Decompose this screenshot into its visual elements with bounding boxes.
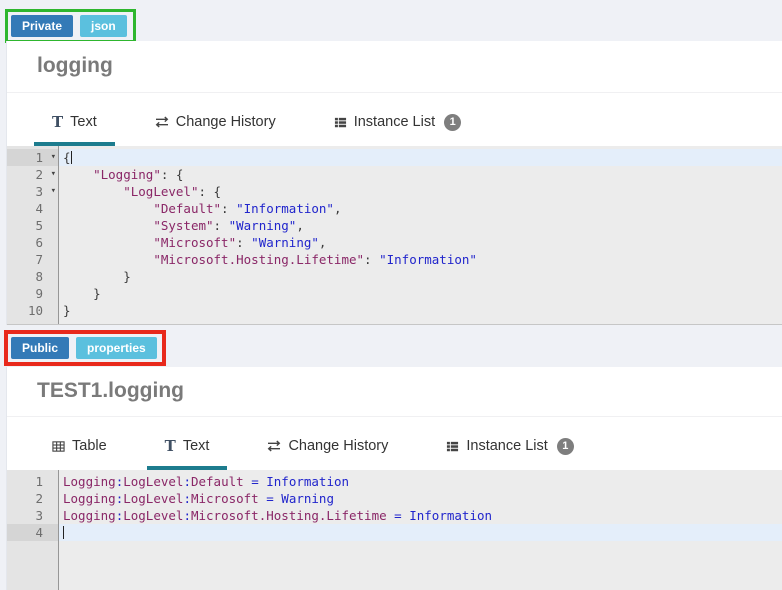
tab-instance-list[interactable]: Instance List 1 <box>316 102 479 146</box>
annotation-box-green: Private json <box>5 9 136 43</box>
code-line[interactable]: Logging:LogLevel:Microsoft.Hosting.Lifet… <box>59 507 782 524</box>
line-number: 1 ▾ <box>7 149 58 166</box>
editor-code-area[interactable]: { "Logging": { "LogLevel": { "Default": … <box>59 146 782 324</box>
code-line[interactable]: Logging:LogLevel:Microsoft = Warning <box>59 490 782 507</box>
line-number: 5 <box>35 218 43 233</box>
tab-instance-list[interactable]: Instance List 1 <box>428 426 591 470</box>
code-line[interactable]: { <box>59 149 782 166</box>
tab-label: Change History <box>288 438 389 454</box>
line-number: 10 <box>27 303 43 318</box>
tab-label: Instance List <box>353 114 436 130</box>
line-number: 6 <box>35 235 43 250</box>
tab-text[interactable]: T Text <box>146 426 228 470</box>
namespace-title: TEST1.logging <box>7 367 782 417</box>
code-line[interactable]: "LogLevel": { <box>59 183 782 200</box>
tab-label: Instance List <box>466 438 548 454</box>
tab-bar: T Text Change History Instance List 1 <box>7 102 782 146</box>
change-history-icon <box>267 440 281 452</box>
namespace-title: logging <box>7 41 782 93</box>
line-number: 3 ▾ <box>35 184 56 199</box>
fold-arrow-icon[interactable]: ▾ <box>51 150 56 165</box>
instance-count-badge: 1 <box>444 113 462 131</box>
tab-text[interactable]: T Text <box>34 102 115 146</box>
code-line[interactable]: Logging:LogLevel:Default = Information <box>59 473 782 490</box>
instance-count-badge: 1 <box>556 437 574 455</box>
change-history-icon <box>155 116 169 128</box>
code-line[interactable]: "Logging": { <box>59 166 782 183</box>
text-icon: T <box>52 112 64 131</box>
tab-label: Text <box>70 114 97 130</box>
code-line[interactable]: } <box>59 285 782 302</box>
namespace-format-badge: properties <box>76 337 157 359</box>
instance-list-icon <box>334 116 347 129</box>
fold-arrow-icon[interactable]: ▾ <box>51 167 56 182</box>
line-number: 2 <box>35 491 43 506</box>
line-number: 9 <box>35 286 43 301</box>
line-number: 4 <box>7 524 58 541</box>
properties-code-editor[interactable]: 1 2 34 Logging:LogLevel:Default = Informat… <box>7 470 782 590</box>
namespace-format-badge: json <box>80 15 127 37</box>
tab-change-history[interactable]: Change History <box>137 102 294 146</box>
code-line[interactable]: "Microsoft": "Warning", <box>59 234 782 251</box>
line-number: 8 <box>35 269 43 284</box>
line-number: 4 <box>35 201 43 216</box>
tab-label: Table <box>72 438 107 454</box>
code-line[interactable]: "Default": "Information", <box>59 200 782 217</box>
code-line[interactable]: } <box>59 268 782 285</box>
code-line[interactable]: } <box>59 302 782 319</box>
namespace-panel-private: logging T Text Change History Instance L… <box>6 41 782 325</box>
text-icon: T <box>164 436 176 455</box>
line-number: 1 <box>35 474 43 489</box>
json-code-editor[interactable]: 1 ▾ 2 ▾ 3 ▾ 4 5 6 7 8 9 10 { "Logging": { "LogLevel"… <box>7 146 782 325</box>
code-line[interactable]: "System": "Warning", <box>59 217 782 234</box>
editor-gutter: 1 ▾ 2 ▾ 3 ▾ 4 5 6 7 8 9 10 <box>7 146 59 324</box>
line-number: 2 ▾ <box>35 167 56 182</box>
namespace-panel-public: TEST1.logging Table T Text Change Histor… <box>6 367 782 590</box>
code-line[interactable]: "Microsoft.Hosting.Lifetime": "Informati… <box>59 251 782 268</box>
text-cursor <box>63 526 64 539</box>
table-icon <box>52 440 65 453</box>
line-number: 7 <box>35 252 43 267</box>
tab-change-history[interactable]: Change History <box>249 426 406 470</box>
namespace-type-badge: Public <box>11 337 70 359</box>
text-cursor <box>70 151 72 164</box>
instance-list-icon <box>446 440 459 453</box>
tab-label: Change History <box>175 114 276 130</box>
editor-code-area[interactable]: Logging:LogLevel:Default = Information Lo… <box>59 470 782 590</box>
annotation-box-red: Public properties <box>4 330 166 366</box>
fold-arrow-icon[interactable]: ▾ <box>51 184 56 199</box>
tab-bar: Table T Text Change History Instance Lis… <box>7 426 782 470</box>
tab-label: Text <box>182 438 210 454</box>
namespace-type-badge: Private <box>11 15 74 37</box>
tab-table[interactable]: Table <box>34 426 125 470</box>
line-number: 3 <box>35 508 43 523</box>
code-line[interactable] <box>59 524 782 541</box>
editor-gutter: 1 2 34 <box>7 470 59 590</box>
